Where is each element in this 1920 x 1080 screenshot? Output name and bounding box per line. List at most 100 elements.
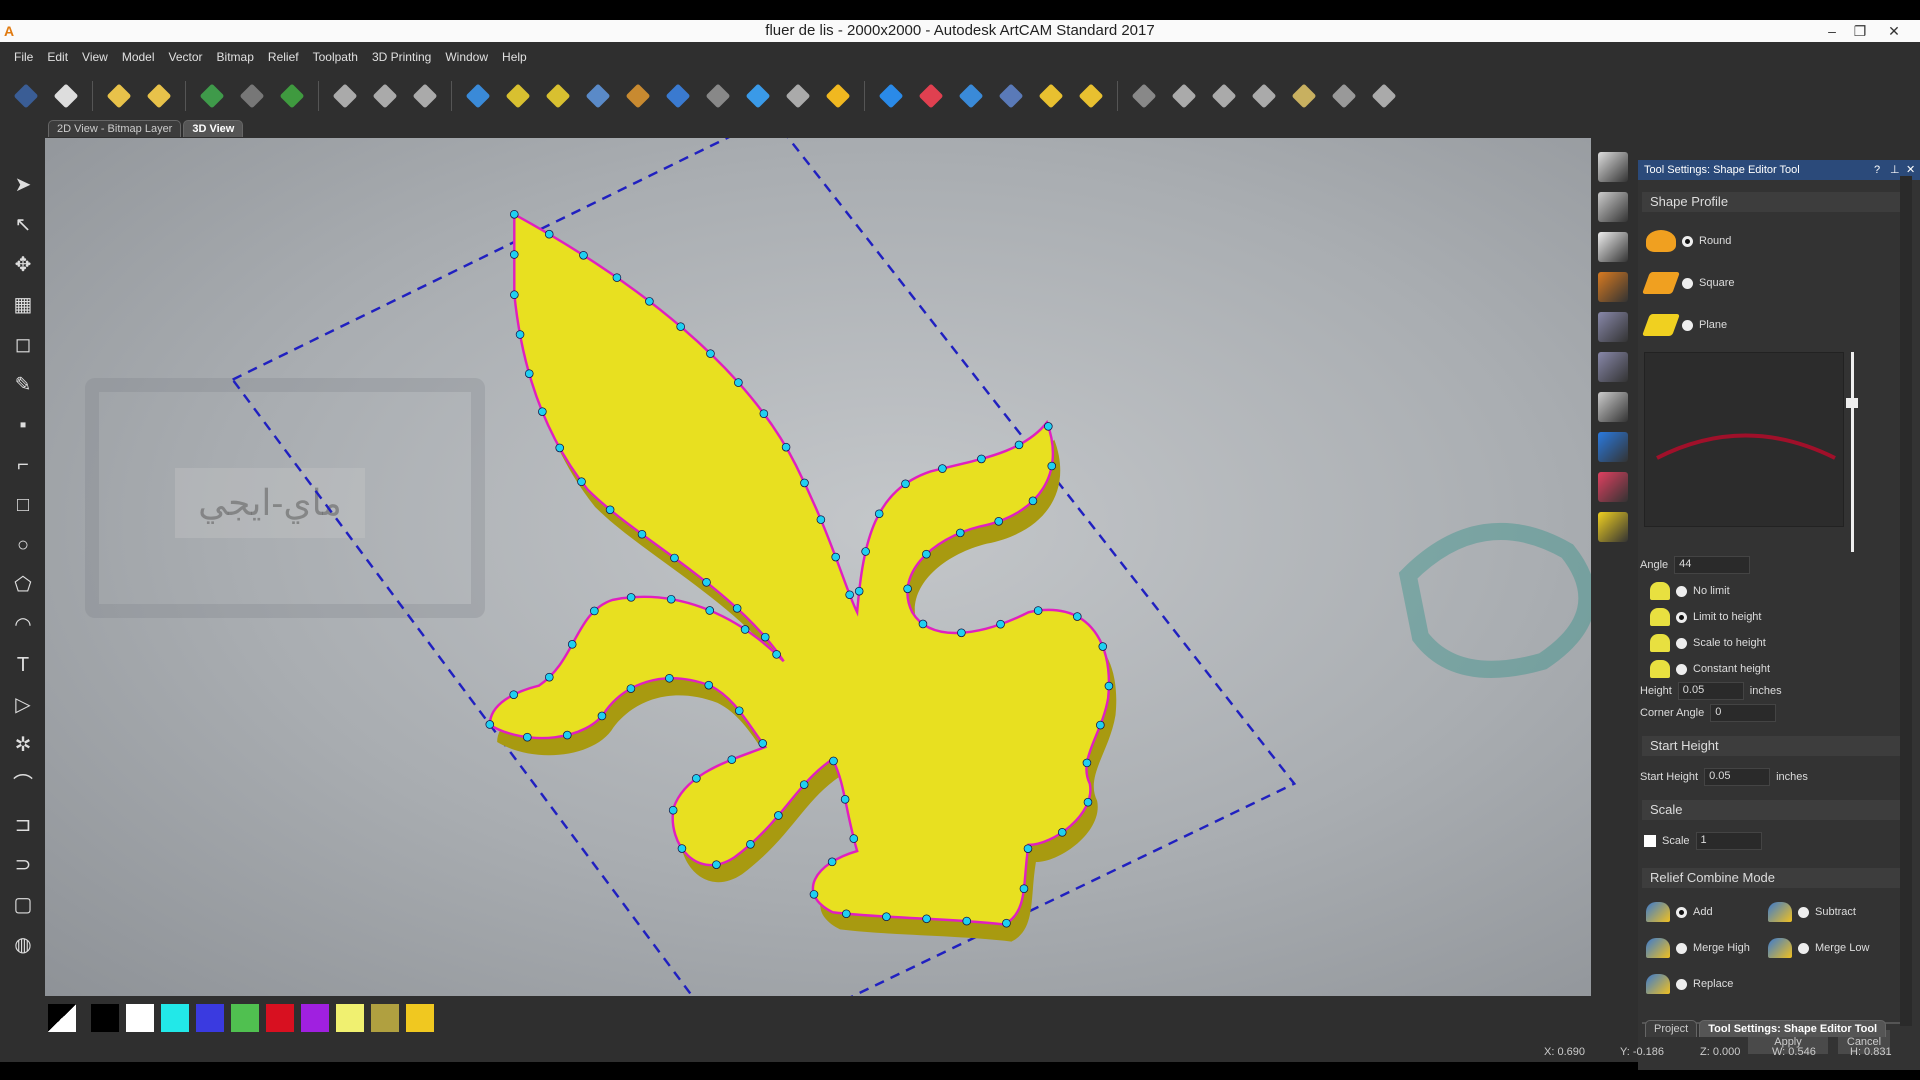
tab-tool-settings[interactable]: Tool Settings: Shape Editor Tool xyxy=(1699,1020,1887,1037)
menu-model[interactable]: Model xyxy=(122,50,155,68)
trim-icon[interactable]: ⊐ xyxy=(10,812,36,838)
layers-view-icon[interactable] xyxy=(1598,352,1628,382)
smooth-vectors-button[interactable] xyxy=(369,80,401,112)
export-button[interactable] xyxy=(1368,80,1400,112)
color-swatch[interactable] xyxy=(301,1004,329,1032)
vector-node[interactable] xyxy=(1096,720,1105,730)
reset-button[interactable] xyxy=(1128,80,1160,112)
limit-option-scale-to-height[interactable]: Scale to height xyxy=(1650,630,1770,656)
angle-slider[interactable] xyxy=(1851,352,1854,552)
combine-radio[interactable] xyxy=(1676,942,1687,954)
vector-node[interactable] xyxy=(734,378,743,387)
vector-node[interactable] xyxy=(1073,612,1082,621)
texture-tool-icon[interactable]: ◍ xyxy=(10,932,36,958)
vector-node[interactable] xyxy=(562,730,572,740)
vector-node[interactable] xyxy=(555,443,564,453)
menu-window[interactable]: Window xyxy=(445,50,488,68)
vector-node[interactable] xyxy=(938,464,947,473)
scale-input[interactable]: 1 xyxy=(1695,832,1762,850)
plane-icon[interactable] xyxy=(1598,312,1628,342)
wand-icon[interactable]: ✲ xyxy=(10,732,36,758)
vector-node[interactable] xyxy=(579,251,588,260)
vector-node[interactable] xyxy=(874,509,884,519)
polygon-icon[interactable]: ⬠ xyxy=(10,572,36,598)
vector-node[interactable] xyxy=(962,916,972,926)
yellow-relief-icon[interactable] xyxy=(1598,512,1628,542)
vector-node[interactable] xyxy=(727,755,737,764)
vector-node[interactable] xyxy=(1028,496,1038,506)
vector-node[interactable] xyxy=(1002,918,1011,928)
vector-node[interactable] xyxy=(626,593,636,602)
vector-node[interactable] xyxy=(668,805,678,815)
view-cube-icon[interactable] xyxy=(1598,152,1628,182)
limit-option-no-limit[interactable]: No limit xyxy=(1650,578,1770,604)
start-height-input[interactable]: 0.05 xyxy=(1704,768,1771,786)
angle-slider-handle[interactable] xyxy=(1846,398,1858,408)
vector-node[interactable] xyxy=(712,860,721,869)
profile-radio[interactable] xyxy=(1682,319,1693,331)
vector-node[interactable] xyxy=(996,619,1005,629)
vector-node[interactable] xyxy=(524,369,534,378)
eraser-button[interactable] xyxy=(915,80,947,112)
limit-radio[interactable] xyxy=(1676,585,1687,597)
layers-button[interactable] xyxy=(1248,80,1280,112)
color-icon[interactable]: ▪ xyxy=(10,412,36,438)
fleur-de-lis-relief[interactable] xyxy=(488,212,1111,926)
color-swatch[interactable] xyxy=(196,1004,224,1032)
node-editing-button[interactable] xyxy=(329,80,361,112)
vector-node[interactable] xyxy=(704,680,714,690)
limit-option-limit-to-height[interactable]: Limit to height xyxy=(1650,604,1770,630)
fg-bg-swatch[interactable] xyxy=(48,1004,76,1032)
vector-node[interactable] xyxy=(760,632,770,642)
profile-option-square[interactable]: Square xyxy=(1641,262,1734,304)
toolpath-button[interactable] xyxy=(1328,80,1360,112)
scale-checkbox[interactable] xyxy=(1644,835,1656,847)
profile-option-round[interactable]: Round xyxy=(1646,220,1734,262)
zoom-icon[interactable] xyxy=(1598,192,1628,222)
relief-droplet-button[interactable] xyxy=(822,80,854,112)
vector-node[interactable] xyxy=(670,553,679,563)
vector-node[interactable] xyxy=(702,578,711,587)
color-swatch[interactable] xyxy=(336,1004,364,1032)
save-button[interactable] xyxy=(10,80,42,112)
height-input[interactable]: 0.05 xyxy=(1677,682,1744,700)
add-button[interactable] xyxy=(276,80,308,112)
vector-node[interactable] xyxy=(977,454,986,464)
shape-editor-button[interactable] xyxy=(875,80,907,112)
vector-node[interactable] xyxy=(597,711,607,721)
vector-node[interactable] xyxy=(746,840,755,849)
vector-node[interactable] xyxy=(705,606,715,615)
limit-radio[interactable] xyxy=(1676,637,1687,649)
color-swatch[interactable] xyxy=(161,1004,189,1032)
sculpt-button[interactable] xyxy=(955,80,987,112)
vector-node[interactable] xyxy=(1023,844,1033,853)
vector-node[interactable] xyxy=(544,229,554,239)
menu-bitmap[interactable]: Bitmap xyxy=(217,50,254,68)
fillet-icon[interactable]: ⌒ xyxy=(10,772,36,798)
vector-node[interactable] xyxy=(677,844,687,853)
combine-option-merge-low[interactable]: Merge Low xyxy=(1768,938,1869,958)
vector-node[interactable] xyxy=(665,673,674,683)
menu-relief[interactable]: Relief xyxy=(268,50,299,68)
tab-project[interactable]: Project xyxy=(1645,1020,1698,1037)
vector-node[interactable] xyxy=(799,780,809,789)
rectangle-icon[interactable]: □ xyxy=(10,492,36,518)
corner-angle-input[interactable]: 0 xyxy=(1710,704,1777,722)
vector-node[interactable] xyxy=(692,774,701,783)
text-button[interactable] xyxy=(1168,80,1200,112)
angle-input[interactable]: 44 xyxy=(1674,556,1751,574)
vector-node[interactable] xyxy=(1098,642,1108,651)
relief-blue-button[interactable] xyxy=(462,80,494,112)
open-recent-button[interactable] xyxy=(143,80,175,112)
vector-node[interactable] xyxy=(1083,797,1093,807)
toolpath-tool-icon[interactable]: ▷ xyxy=(10,692,36,718)
relief-yellow-2-button[interactable] xyxy=(542,80,574,112)
vector-node[interactable] xyxy=(829,756,838,766)
vector-node[interactable] xyxy=(734,706,744,716)
vector-node[interactable] xyxy=(845,590,854,600)
vector-node[interactable] xyxy=(918,619,928,629)
vector-node[interactable] xyxy=(590,606,599,616)
vector-node[interactable] xyxy=(1019,884,1029,893)
vector-node[interactable] xyxy=(1044,422,1053,431)
menu-3d-printing[interactable]: 3D Printing xyxy=(372,50,431,68)
